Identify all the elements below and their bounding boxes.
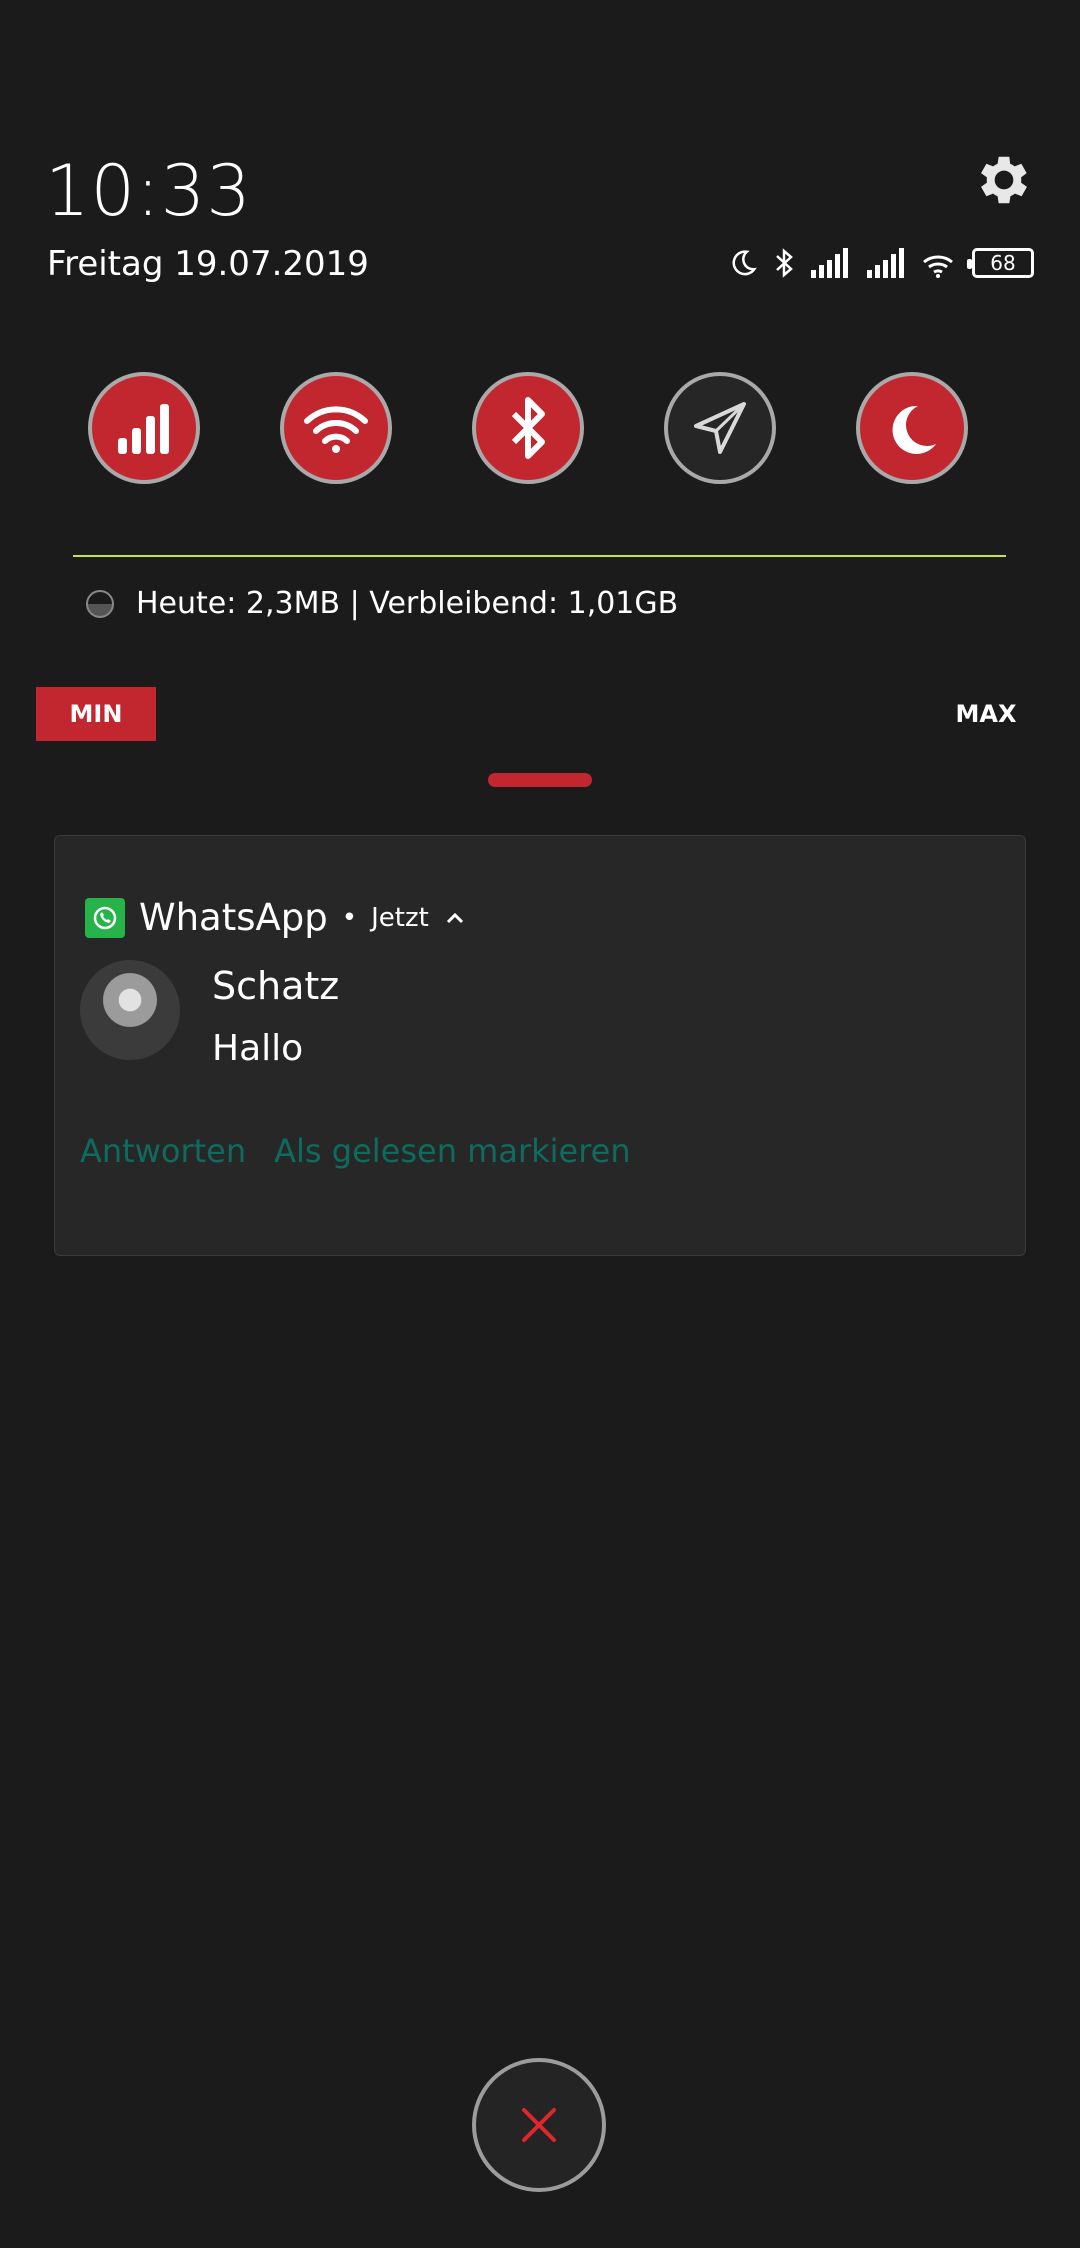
- data-usage-icon: [86, 589, 114, 618]
- location-arrow-icon: [694, 402, 746, 454]
- divider: [73, 555, 1006, 557]
- mark-read-button[interactable]: Als gelesen markieren: [274, 1132, 630, 1170]
- notification-header: WhatsApp • Jetzt: [85, 896, 467, 939]
- moon-icon: [892, 405, 936, 454]
- toggle-bluetooth[interactable]: [472, 372, 584, 484]
- reply-button[interactable]: Antworten: [80, 1132, 246, 1170]
- bluetooth-icon: [776, 248, 793, 278]
- wifi-icon: [923, 255, 953, 278]
- gear-icon[interactable]: [972, 148, 1036, 212]
- clear-all-button[interactable]: [472, 2058, 606, 2192]
- notification-time: Jetzt: [371, 902, 429, 933]
- signal-icon: [811, 248, 848, 278]
- chevron-up-icon[interactable]: [443, 906, 467, 930]
- notification-actions: Antworten Als gelesen markieren: [80, 1132, 631, 1170]
- date: Freitag 19.07.2019: [47, 244, 369, 284]
- drag-handle[interactable]: [488, 773, 592, 787]
- message-text: Hallo: [212, 1028, 304, 1069]
- data-usage: Heute: 2,3MB | Verbleibend: 1,01GB: [86, 586, 678, 621]
- close-icon: [522, 2108, 556, 2142]
- bluetooth-icon: [511, 397, 545, 459]
- status-icons: 68: [728, 246, 1034, 280]
- app-name: WhatsApp: [139, 896, 328, 939]
- toggle-dark-mode[interactable]: [856, 372, 968, 484]
- data-usage-text: Heute: 2,3MB | Verbleibend: 1,01GB: [136, 586, 679, 621]
- battery-indicator: 68: [967, 248, 1034, 278]
- notification-card[interactable]: WhatsApp • Jetzt Schatz Hallo Antworten …: [54, 835, 1026, 1256]
- toggle-location[interactable]: [664, 372, 776, 484]
- wifi-icon: [304, 406, 368, 453]
- separator: •: [341, 902, 358, 933]
- whatsapp-icon: [85, 897, 125, 938]
- brightness-min-button[interactable]: MIN: [36, 687, 156, 741]
- sender-name: Schatz: [212, 964, 340, 1008]
- signal-icon: [867, 248, 904, 278]
- moon-icon: [732, 250, 757, 276]
- clock: 10:33: [45, 150, 252, 232]
- brightness-max-button[interactable]: MAX: [940, 687, 1032, 741]
- signal-icon: [118, 404, 169, 454]
- toggle-wifi[interactable]: [280, 372, 392, 484]
- avatar: [80, 960, 180, 1060]
- toggle-mobile-data[interactable]: [88, 372, 200, 484]
